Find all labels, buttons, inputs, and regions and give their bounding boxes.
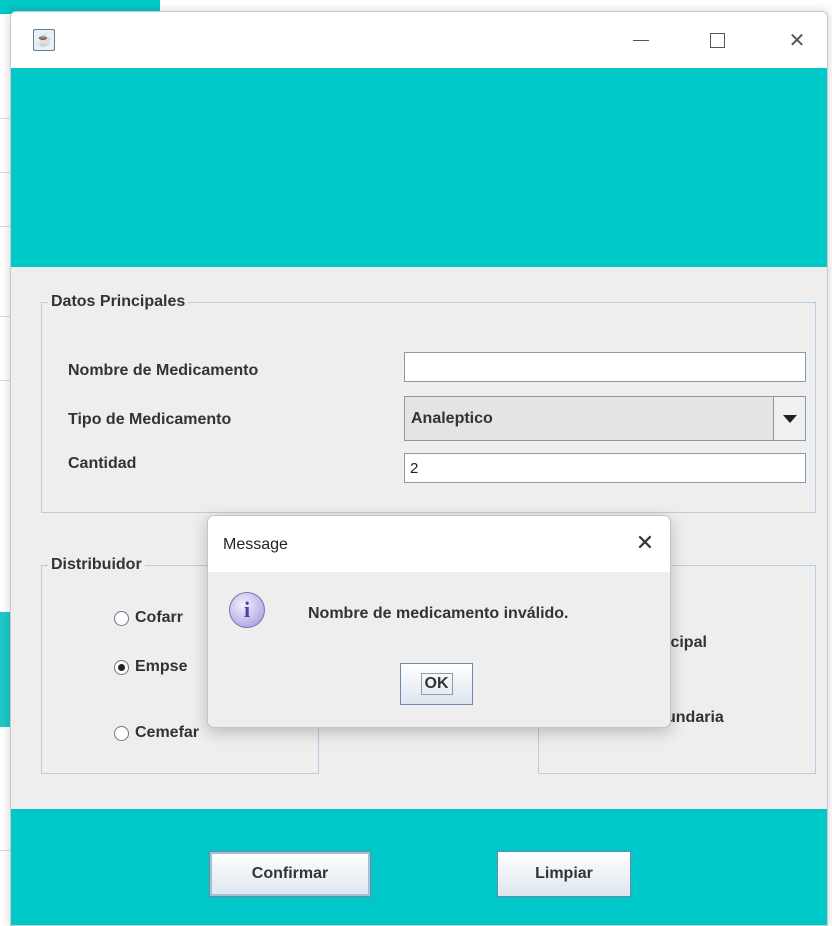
radio-label: Empse — [135, 658, 188, 675]
nombre-label: Nombre de Medicamento — [68, 362, 259, 379]
footer-banner — [11, 809, 827, 925]
radio-button-icon[interactable] — [114, 610, 129, 626]
info-icon: i — [229, 592, 265, 628]
ok-button-label: OK — [420, 673, 453, 695]
maximize-icon — [709, 32, 725, 48]
maximize-button[interactable] — [699, 26, 735, 54]
sucursal-secundaria-label[interactable]: undaria — [666, 709, 724, 727]
header-banner — [11, 68, 827, 267]
sucursal-principal-label[interactable]: icipal — [666, 634, 707, 652]
combo-arrow-button[interactable] — [773, 397, 805, 440]
message-dialog: Message ✕ i Nombre de medicamento inváli… — [207, 515, 671, 728]
radio-empsephar[interactable]: Empse — [114, 658, 187, 676]
minimize-button[interactable] — [623, 26, 659, 54]
radio-button-icon[interactable] — [114, 725, 129, 741]
nombre-input[interactable] — [404, 352, 806, 382]
ok-button[interactable]: OK — [400, 663, 473, 705]
distribuidor-title: Distribuidor — [48, 555, 145, 575]
tipo-selected-value: Analeptico — [411, 409, 493, 427]
dialog-title: Message — [223, 536, 288, 553]
main-window: ☕ ✕ Datos Principales Nombre de Medicame… — [10, 11, 828, 926]
close-button[interactable]: ✕ — [779, 26, 815, 54]
close-icon: ✕ — [788, 29, 806, 52]
tipo-label: Tipo de Medicamento — [68, 411, 232, 428]
title-bar[interactable]: ☕ ✕ — [11, 12, 827, 68]
radio-dot-icon — [118, 663, 125, 671]
cantidad-input[interactable] — [404, 453, 806, 483]
chevron-down-icon — [782, 414, 797, 423]
datos-principales-title: Datos Principales — [48, 292, 189, 312]
confirmar-button[interactable]: Confirmar — [209, 851, 371, 897]
tipo-medicamento-combo[interactable]: Analeptico — [404, 396, 806, 441]
java-app-icon[interactable]: ☕ — [33, 29, 55, 51]
radio-cemefar[interactable]: Cemefar — [114, 724, 199, 742]
minimize-icon — [633, 39, 649, 41]
cantidad-label: Cantidad — [68, 455, 137, 472]
radio-button-icon-selected[interactable] — [114, 659, 129, 675]
dialog-title-bar[interactable]: Message ✕ — [208, 516, 670, 572]
radio-label: Cofarr — [135, 609, 184, 626]
dialog-close-button[interactable]: ✕ — [632, 530, 658, 556]
limpiar-button[interactable]: Limpiar — [497, 851, 631, 897]
radio-label: Cemefar — [135, 724, 200, 741]
dialog-message: Nombre de medicamento inválido. — [308, 605, 569, 622]
radio-cofarma[interactable]: Cofarr — [114, 609, 183, 627]
